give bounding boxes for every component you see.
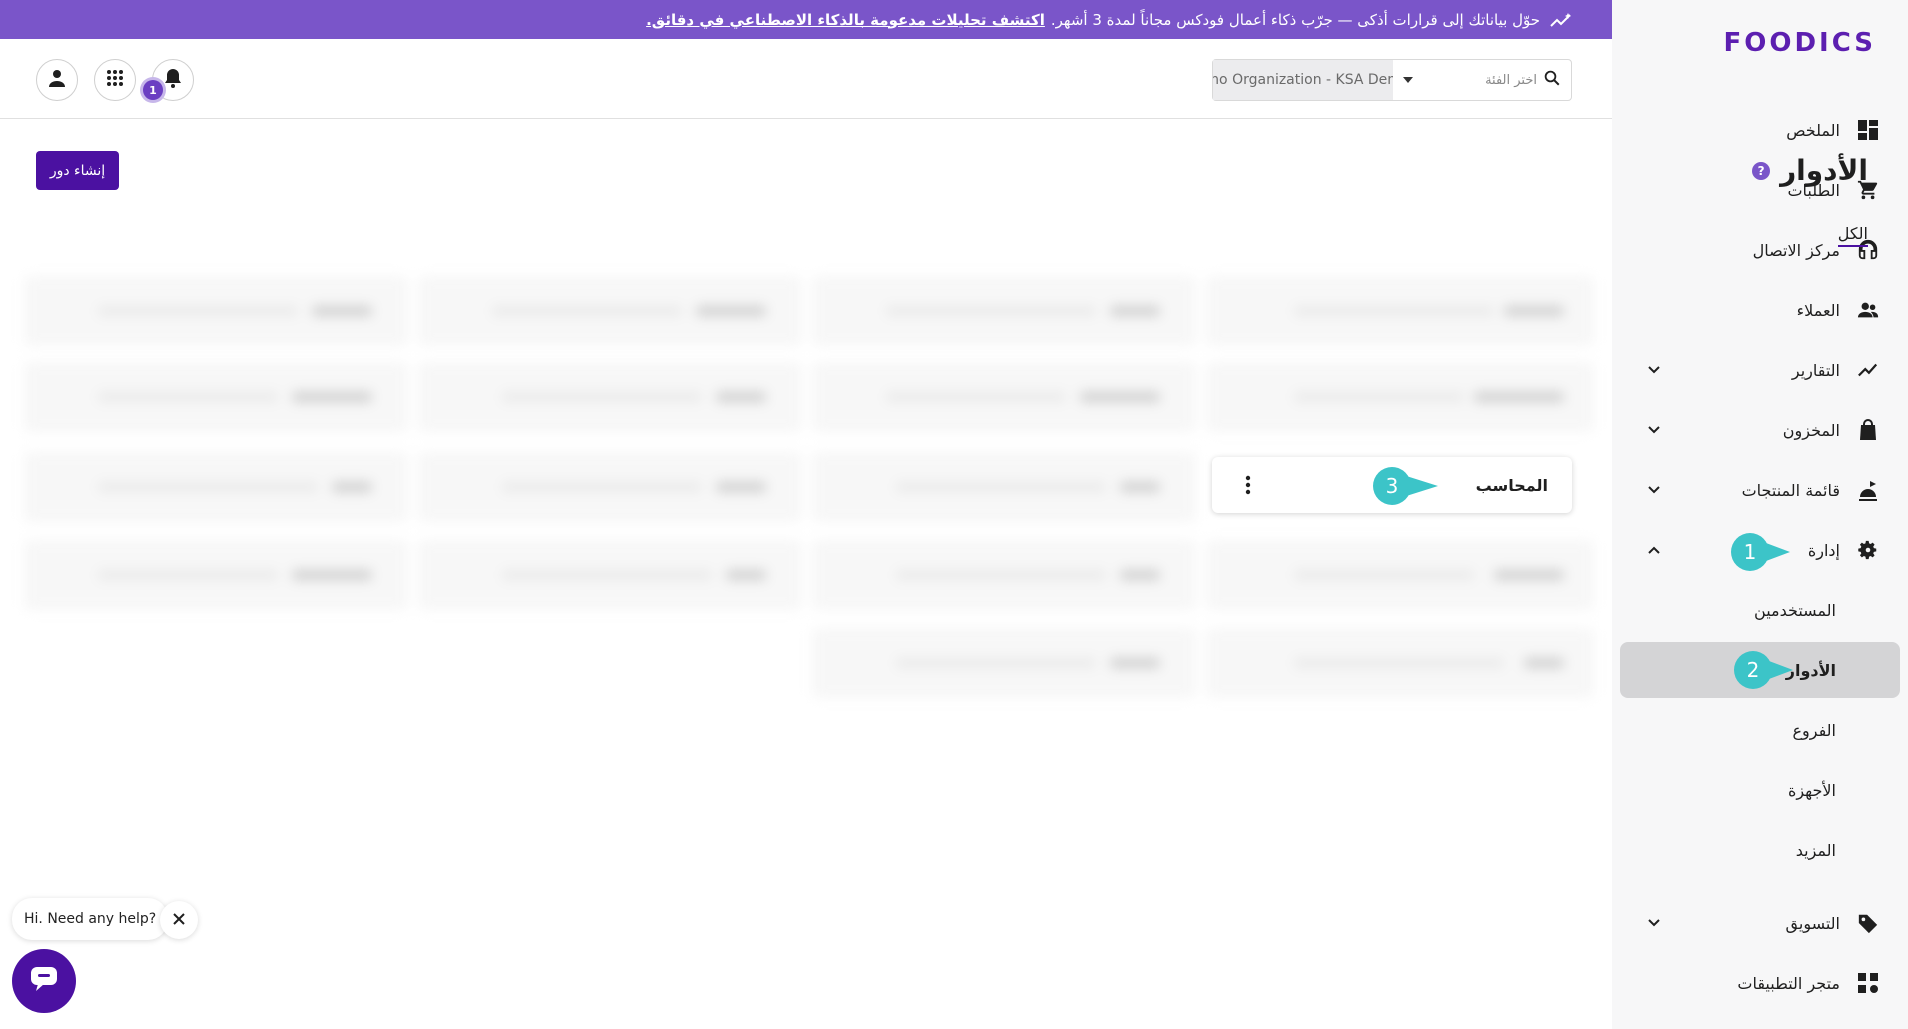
help-icon[interactable]: ? bbox=[1752, 161, 1771, 180]
role-card-blurred bbox=[1206, 362, 1594, 432]
role-card-blurred bbox=[812, 362, 1196, 432]
step-marker-3: 3 bbox=[1372, 466, 1440, 510]
category-placeholder: اختر الفئة bbox=[1485, 72, 1537, 88]
tab-all[interactable]: الكل bbox=[1837, 224, 1868, 247]
role-name: المحاسب bbox=[1475, 475, 1548, 495]
foodics-logo[interactable]: FOODICS bbox=[1723, 28, 1876, 58]
sidebar-item-label: متجر التطبيقات bbox=[1737, 973, 1840, 993]
chat-greeting[interactable]: Hi. Need any help? bbox=[12, 898, 169, 940]
business-field-value: Foodics Demo Organization - KSA Demo - 5… bbox=[1213, 72, 1393, 88]
people-icon bbox=[1856, 298, 1880, 322]
sidebar-sub-devices[interactable]: الأجهزة bbox=[1620, 762, 1900, 818]
sidebar-item-label: إدارة bbox=[1807, 540, 1840, 560]
bell-icon bbox=[164, 68, 182, 92]
sidebar-item-app-store[interactable]: متجر التطبيقات bbox=[1620, 955, 1900, 1011]
chat-icon bbox=[30, 966, 58, 996]
sidebar-item-customers[interactable]: العملاء bbox=[1620, 282, 1900, 338]
banner-text: حوّل بياناتك إلى قرارات أذكى — جرّب ذكاء… bbox=[1050, 10, 1540, 29]
sidebar-item-label: مركز الاتصال bbox=[1752, 240, 1840, 260]
sidebar-item-inventory[interactable]: المخزون bbox=[1620, 402, 1900, 458]
business-search[interactable]: اختر الفئة Foodics Demo Organization - K… bbox=[1212, 59, 1572, 101]
sidebar-sub-branches[interactable]: الفروع bbox=[1620, 702, 1900, 758]
role-card-blurred bbox=[24, 362, 408, 432]
promo-banner: حوّل بياناتك إلى قرارات أذكى — جرّب ذكاء… bbox=[0, 0, 1612, 39]
menu-products-icon bbox=[1856, 478, 1880, 502]
sidebar-item-label: التقارير bbox=[1791, 360, 1840, 380]
tag-icon bbox=[1856, 911, 1880, 935]
role-card-blurred bbox=[418, 452, 802, 522]
role-card-blurred bbox=[418, 362, 802, 432]
role-card-blurred bbox=[812, 540, 1196, 610]
banner-link[interactable]: اكتشف تحليلات مدعومة بالذكاء الاصطناعي ف… bbox=[646, 11, 1045, 29]
sidebar-item-label: التسويق bbox=[1785, 913, 1840, 933]
step-marker-1: 1 bbox=[1730, 532, 1792, 576]
dashboard-icon bbox=[1856, 118, 1880, 142]
caret-down-icon[interactable] bbox=[1403, 77, 1413, 83]
search-icon bbox=[1543, 69, 1561, 91]
profile-button[interactable] bbox=[36, 59, 78, 101]
business-field[interactable]: Foodics Demo Organization - KSA Demo - 5… bbox=[1213, 60, 1393, 100]
sidebar-item-label: العملاء bbox=[1796, 300, 1840, 320]
chat-launcher-button[interactable] bbox=[12, 949, 76, 1013]
sidebar-sub-users[interactable]: المستخدمين bbox=[1620, 582, 1900, 638]
chat-close-button[interactable] bbox=[160, 901, 198, 939]
notification-count-badge: 1 bbox=[143, 80, 163, 100]
chat-greeting-text: Hi. Need any help? bbox=[24, 911, 157, 927]
sidebar-sub-more[interactable]: المزيد bbox=[1620, 822, 1900, 878]
svg-text:3: 3 bbox=[1386, 474, 1399, 498]
role-card-blurred bbox=[24, 276, 408, 346]
role-card-blurred bbox=[812, 452, 1196, 522]
svg-text:1: 1 bbox=[1744, 540, 1757, 564]
top-header: اختر الفئة Foodics Demo Organization - K… bbox=[0, 39, 1612, 119]
app-root: FOODICS الملخص الطلبات مركز الاتصال العم… bbox=[0, 0, 1908, 1029]
category-select[interactable]: اختر الفئة bbox=[1393, 60, 1571, 100]
grid-icon bbox=[106, 69, 124, 91]
svg-text:2: 2 bbox=[1747, 658, 1760, 682]
apps-grid-button[interactable] bbox=[94, 59, 136, 101]
sidebar-item-summary[interactable]: الملخص bbox=[1620, 102, 1900, 158]
role-card-blurred bbox=[812, 276, 1196, 346]
role-card-blurred bbox=[418, 276, 802, 346]
step-marker-2: 2 bbox=[1733, 650, 1795, 694]
close-icon bbox=[172, 911, 186, 930]
role-card-blurred bbox=[24, 452, 408, 522]
chart-line-icon bbox=[1856, 358, 1880, 382]
sidebar-item-label: المخزون bbox=[1782, 420, 1840, 440]
sidebar-item-marketing[interactable]: التسويق bbox=[1620, 895, 1900, 951]
role-card-blurred bbox=[1206, 540, 1594, 610]
sidebar-item-menu[interactable]: قائمة المنتجات bbox=[1620, 462, 1900, 518]
role-card-blurred bbox=[812, 628, 1196, 698]
user-icon bbox=[48, 69, 66, 91]
apps-store-icon bbox=[1856, 971, 1880, 995]
role-card-blurred bbox=[1206, 276, 1594, 346]
sidebar-item-label: قائمة المنتجات bbox=[1741, 480, 1840, 500]
chevron-up-icon[interactable] bbox=[1644, 540, 1664, 560]
chevron-down-icon[interactable] bbox=[1644, 360, 1664, 380]
role-card-blurred bbox=[1206, 628, 1594, 698]
sidebar-item-reports[interactable]: التقارير bbox=[1620, 342, 1900, 398]
sidebar-item-label: الملخص bbox=[1786, 120, 1840, 140]
more-vertical-icon[interactable] bbox=[1236, 473, 1260, 497]
role-card-blurred bbox=[418, 540, 802, 610]
chevron-down-icon[interactable] bbox=[1644, 480, 1664, 500]
gear-icon bbox=[1856, 538, 1880, 562]
bag-icon bbox=[1856, 418, 1880, 442]
role-card-blurred bbox=[24, 540, 408, 610]
trend-sparkle-icon bbox=[1550, 12, 1572, 28]
chevron-down-icon[interactable] bbox=[1644, 420, 1664, 440]
page-title: الأدوار ? bbox=[1752, 154, 1868, 187]
page-title-text: الأدوار bbox=[1780, 154, 1868, 187]
chevron-down-icon[interactable] bbox=[1644, 913, 1664, 933]
create-role-button[interactable]: إنشاء دور bbox=[36, 151, 119, 190]
